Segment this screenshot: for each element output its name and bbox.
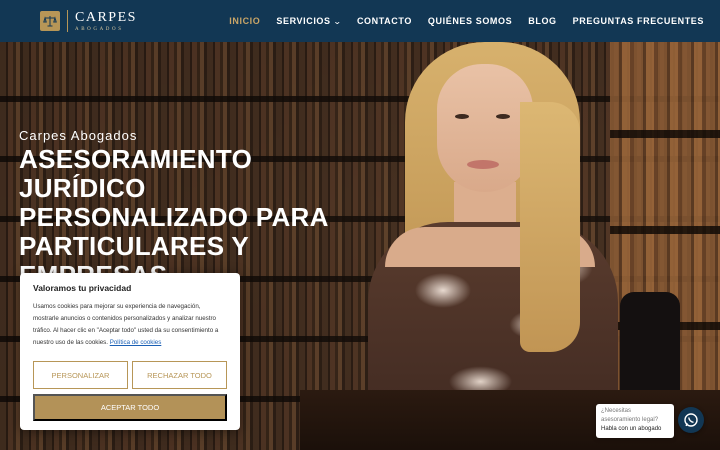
scales-of-justice-icon [40,11,60,31]
nav-blog[interactable]: BLOG [528,16,556,26]
logo-name: CARPES [75,9,137,25]
nav-contacto-label: CONTACTO [356,16,412,26]
cookie-title: Valoramos tu privacidad [33,283,132,293]
hair-front [520,102,580,352]
nav-quienes-somos-label: QUIÉNES SOMOS [427,16,513,26]
nav-inicio[interactable]: INICIO [229,16,260,26]
site-header: CARPES ABOGADOS INICIO SERVICIOS ⌄ CONTAC… [0,0,720,42]
whatsapp-answer: Habla con un abogado [601,426,662,432]
customize-button[interactable]: PERSONALIZAR [33,361,128,389]
reject-all-button[interactable]: RECHAZAR TODO [132,361,227,389]
hero-subtitle: Carpes Abogados [19,128,138,143]
nav-inicio-label: INICIO [229,16,261,26]
chevron-down-icon: ⌄ [332,16,343,26]
whatsapp-bubble[interactable]: ¿Necesitas asesoramiento legal? Habla co… [596,404,674,438]
logo[interactable]: CARPES ABOGADOS [40,10,137,32]
nav-quienes-somos[interactable]: QUIÉNES SOMOS [428,16,512,26]
lips [467,160,499,169]
cookie-text: Usamos cookies para mejorar su experienc… [33,301,227,349]
logo-text: CARPES ABOGADOS [75,9,137,32]
whatsapp-button[interactable] [678,407,704,433]
nav-preguntas-frecuentes[interactable]: PREGUNTAS FRECUENTES [573,16,704,26]
whatsapp-question: ¿Necesitas asesoramiento legal? [601,408,659,423]
logo-subtitle: ABOGADOS [75,26,124,32]
nav-contacto[interactable]: CONTACTO [357,16,412,26]
cookie-consent-dialog: Valoramos tu privacidad Usamos cookies p… [20,273,240,430]
whatsapp-icon [684,413,698,427]
logo-divider [67,10,68,32]
nav-servicios[interactable]: SERVICIOS ⌄ [276,16,341,26]
hero-title: ASESORAMIENTO JURÍDICO PERSONALIZADO PAR… [19,144,328,290]
main-nav: INICIO SERVICIOS ⌄ CONTACTO QUIÉNES SOMOS… [229,16,704,26]
nav-blog-label: BLOG [528,16,557,26]
accept-all-button[interactable]: ACEPTAR TODO [33,394,227,421]
cookie-policy-link[interactable]: Política de cookies [110,339,162,346]
right-eye [496,114,510,119]
nav-preguntas-frecuentes-label: PREGUNTAS FRECUENTES [572,16,704,26]
face [437,64,533,192]
nav-servicios-label: SERVICIOS [276,16,331,26]
left-eye [455,114,469,119]
cookie-buttons: PERSONALIZAR RECHAZAR TODO [33,361,227,389]
